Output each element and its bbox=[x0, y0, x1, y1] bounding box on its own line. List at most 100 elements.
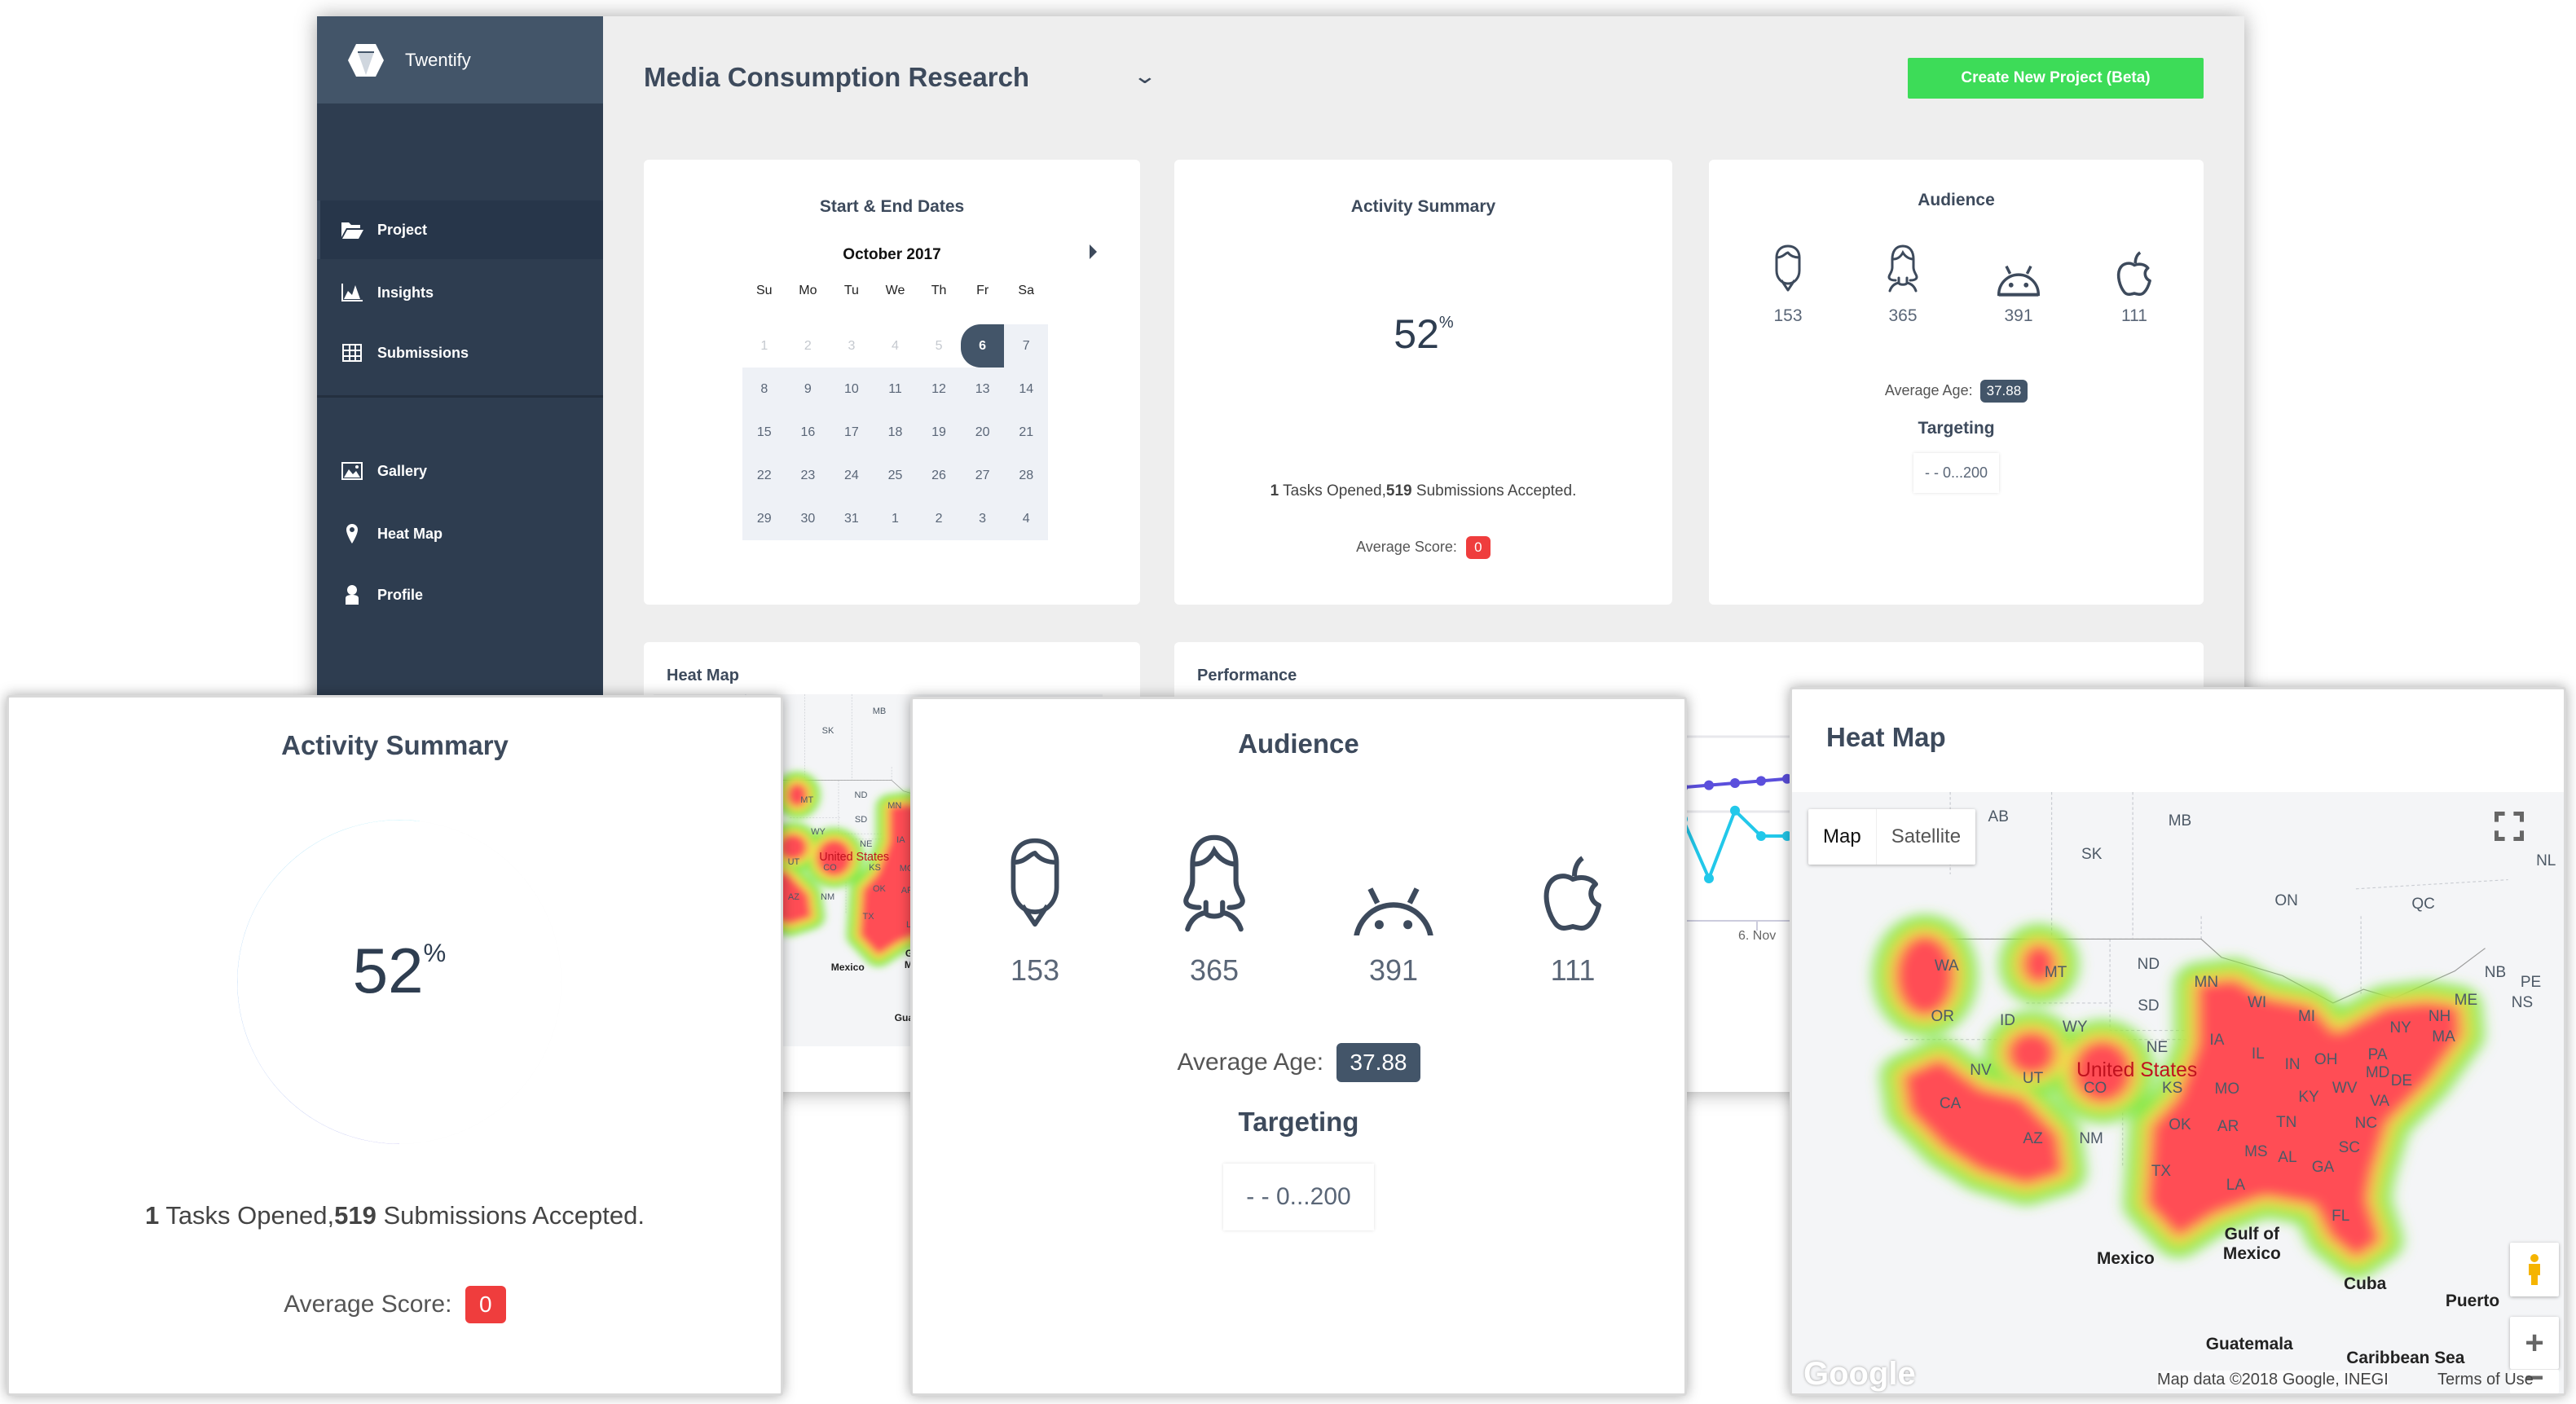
map-label: TX bbox=[2151, 1163, 2172, 1181]
map-label: ND bbox=[2137, 955, 2160, 973]
map-type-satellite[interactable]: Satellite bbox=[1875, 809, 1975, 865]
series-point bbox=[1704, 874, 1714, 883]
calendar-day[interactable]: 4 bbox=[1004, 497, 1048, 540]
sidebar-item-submissions[interactable]: Submissions bbox=[317, 323, 603, 382]
audience-female: 365 bbox=[1874, 238, 1931, 326]
map-label: OR bbox=[1931, 1007, 1955, 1025]
calendar-day[interactable]: 18 bbox=[873, 411, 918, 454]
calendar-day[interactable]: 23 bbox=[786, 454, 830, 497]
heat-map-zoom-panel: Heat Map AB MB SK ON QC NL NB PE NS WA MT ND MN OR ID W… bbox=[1790, 687, 2566, 1396]
calendar-day[interactable]: 7 bbox=[1004, 324, 1048, 368]
card-title: Activity Summary bbox=[1350, 197, 1496, 216]
map-label: UT bbox=[787, 857, 800, 868]
map-label: WI bbox=[2247, 993, 2267, 1011]
map-label: SK bbox=[821, 725, 834, 736]
calendar-day[interactable]: 28 bbox=[1004, 454, 1048, 497]
card-title: Start & End Dates bbox=[819, 197, 965, 216]
calendar-day[interactable]: 25 bbox=[873, 454, 918, 497]
calendar-day[interactable]: 30 bbox=[786, 497, 830, 540]
map-label: AZ bbox=[2023, 1129, 2043, 1147]
map-label: PA bbox=[2367, 1046, 2388, 1064]
calendar-day[interactable]: 5 bbox=[917, 324, 961, 368]
tasks-count: 1 bbox=[145, 1201, 160, 1230]
calendar-day[interactable]: 22 bbox=[742, 454, 786, 497]
donut-value: 52% bbox=[237, 934, 561, 1008]
map-label: TX bbox=[862, 911, 874, 922]
day-header: Sa bbox=[1018, 284, 1034, 297]
male-icon bbox=[1004, 830, 1066, 935]
create-project-button[interactable]: Create New Project (Beta) bbox=[1908, 58, 2204, 99]
audience-count: 153 bbox=[1010, 953, 1060, 987]
calendar-day[interactable]: 21 bbox=[1004, 411, 1048, 454]
calendar-day[interactable]: 31 bbox=[830, 497, 874, 540]
female-icon bbox=[1885, 238, 1921, 298]
calendar-day[interactable]: 11 bbox=[873, 368, 918, 411]
map-label: SD bbox=[2138, 997, 2160, 1015]
calendar-day[interactable]: 6 bbox=[960, 324, 1005, 368]
avg-score-badge: 0 bbox=[465, 1286, 506, 1323]
calendar-day[interactable]: 16 bbox=[786, 411, 830, 454]
calendar-day[interactable]: 20 bbox=[960, 411, 1005, 454]
audience-ios: 111 bbox=[1516, 830, 1630, 988]
card-title: Heat Map bbox=[667, 667, 739, 684]
activity-summary-text: 1 Tasks Opened,519 Submissions Accepted. bbox=[9, 1201, 781, 1230]
map-label: WA bbox=[1934, 957, 1959, 975]
calendar-day[interactable]: 15 bbox=[742, 411, 786, 454]
sidebar-item-gallery[interactable]: Gallery bbox=[317, 442, 603, 500]
avg-age-badge: 37.88 bbox=[1979, 380, 2028, 403]
sidebar-item-profile[interactable]: Profile bbox=[317, 566, 603, 624]
map-label: SK bbox=[2081, 845, 2103, 863]
sidebar-item-insights[interactable]: Insights bbox=[317, 263, 603, 322]
sidebar-item-heat-map[interactable]: Heat Map bbox=[317, 504, 603, 563]
map-type-map[interactable]: Map bbox=[1808, 809, 1876, 865]
next-month-arrow-icon[interactable] bbox=[1090, 244, 1097, 259]
calendar-day[interactable]: 2 bbox=[917, 497, 961, 540]
calendar-day[interactable]: 12 bbox=[917, 368, 961, 411]
series-point bbox=[1730, 805, 1740, 816]
targeting-value: - - 0...200 bbox=[1913, 453, 2000, 493]
street-view-pegman-icon[interactable] bbox=[2510, 1243, 2559, 1296]
submissions-count: 519 bbox=[334, 1201, 376, 1230]
map-label: ND bbox=[854, 790, 868, 800]
sidebar-item-project[interactable]: Project bbox=[317, 200, 603, 259]
calendar-day[interactable]: 1 bbox=[873, 497, 918, 540]
calendar-day[interactable]: 10 bbox=[830, 368, 874, 411]
calendar-day[interactable]: 26 bbox=[917, 454, 961, 497]
calendar-day[interactable]: 4 bbox=[873, 324, 918, 368]
calendar-day[interactable]: 3 bbox=[960, 497, 1005, 540]
brand[interactable]: Twentify bbox=[317, 16, 603, 103]
heat-map[interactable]: AB MB SK ON QC NL NB PE NS WA MT ND MN OR ID WY SD WI MI NY… bbox=[1792, 792, 2564, 1393]
calendar-day[interactable]: 27 bbox=[960, 454, 1005, 497]
calendar-day[interactable]: 2 bbox=[786, 324, 830, 368]
map-label: WY bbox=[2062, 1018, 2088, 1036]
series-point bbox=[1704, 780, 1714, 790]
calendar-day[interactable]: 14 bbox=[1004, 368, 1048, 411]
activity-summary-zoom-panel: Activity Summary 52% 1 Tasks Opened,519 … bbox=[7, 695, 783, 1396]
map-label: MT bbox=[2044, 964, 2067, 982]
percent-value: 52 bbox=[1394, 311, 1439, 357]
google-logo: Google bbox=[1803, 1356, 1916, 1392]
audience-count: 153 bbox=[1773, 306, 1803, 325]
calendar-day[interactable]: 19 bbox=[917, 411, 961, 454]
calendar-day[interactable]: 8 bbox=[742, 368, 786, 411]
calendar-day[interactable]: 24 bbox=[830, 454, 874, 497]
calendar-day[interactable]: 29 bbox=[742, 497, 786, 540]
map-label: TN bbox=[2275, 1113, 2297, 1131]
audience-count: 391 bbox=[2004, 306, 2033, 325]
calendar-day[interactable]: 3 bbox=[830, 324, 874, 368]
avg-age-badge: 37.88 bbox=[1336, 1043, 1420, 1082]
calendar-day[interactable]: 9 bbox=[786, 368, 830, 411]
table-grid-icon bbox=[342, 344, 362, 362]
terms-of-use-link[interactable]: Terms of Use bbox=[2437, 1371, 2534, 1389]
map-label: NB bbox=[2484, 964, 2507, 982]
chevron-down-icon[interactable]: ⌄ bbox=[1133, 64, 1158, 89]
map-label: NY bbox=[2389, 1019, 2411, 1036]
calendar-day[interactable]: 13 bbox=[960, 368, 1005, 411]
male-icon bbox=[1772, 238, 1804, 298]
calendar-day[interactable]: 17 bbox=[830, 411, 874, 454]
calendar-day[interactable]: 1 bbox=[742, 324, 786, 368]
